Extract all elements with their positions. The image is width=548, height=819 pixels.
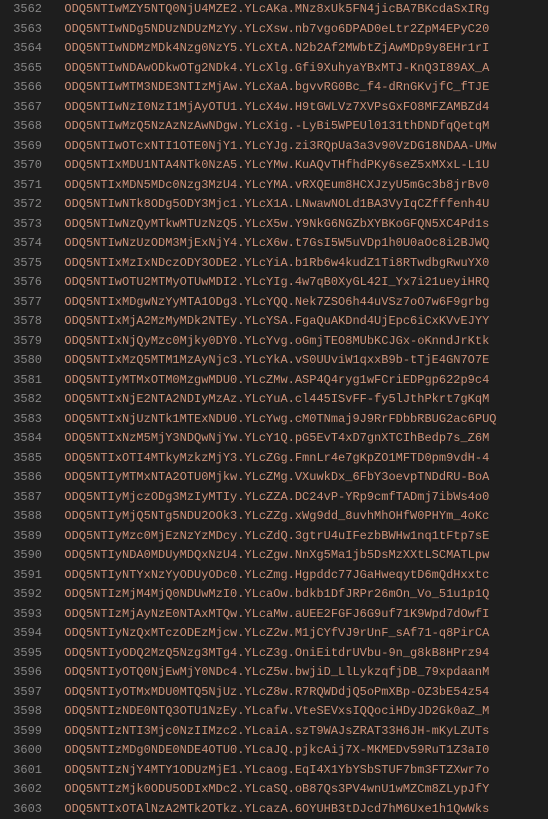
line-number: 3570 (0, 156, 42, 176)
code-line[interactable]: ODQ5NTIyMzc0MjEzNzYzMDcy.YLcZdQ.3gtrU4uI… (50, 527, 548, 547)
line-number: 3577 (0, 293, 42, 313)
code-editor[interactable]: 3562356335643565356635673568356935703571… (0, 0, 548, 819)
code-line[interactable]: ODQ5NTIyMTMxNTA2OTU0Mjkw.YLcZMg.VXuwkDx_… (50, 468, 548, 488)
line-number: 3580 (0, 351, 42, 371)
line-number: 3584 (0, 429, 42, 449)
line-number: 3566 (0, 78, 42, 98)
line-number: 3587 (0, 488, 42, 508)
code-line[interactable]: ODQ5NTIwMzQ5NzAzNzAwNDgw.YLcXig.-LyBi5WP… (50, 117, 548, 137)
code-line[interactable]: ODQ5NTIwOTU2MTMyOTUwMDI2.YLcYIg.4w7qB0Xy… (50, 273, 548, 293)
code-line[interactable]: ODQ5NTIxOTAlNzA2MTk2OTkz.YLcazA.6OYUHB3t… (50, 800, 548, 819)
code-line[interactable]: ODQ5NTIyNTYxNzYyODUyODc0.YLcZmg.Hgpddc77… (50, 566, 548, 586)
line-number: 3592 (0, 585, 42, 605)
code-line[interactable]: ODQ5NTIyNDA0MDUyMDQxNzU4.YLcZgw.NnXg5Ma1… (50, 546, 548, 566)
line-number: 3568 (0, 117, 42, 137)
line-number: 3569 (0, 137, 42, 157)
code-area[interactable]: ODQ5NTIwMZY5NTQ0NjU4MZE2.YLcAKa.MNz8xUk5… (50, 0, 548, 819)
line-number: 3583 (0, 410, 42, 430)
line-number: 3588 (0, 507, 42, 527)
code-line[interactable]: ODQ5NTIwNDAwODkwOTg2NDk4.YLcXlg.Gfi9Xuhy… (50, 59, 548, 79)
line-number: 3593 (0, 605, 42, 625)
code-line[interactable]: ODQ5NTIyMTMxOTM0MzgwMDU0.YLcZMw.ASP4Q4ry… (50, 371, 548, 391)
code-line[interactable]: ODQ5NTIyMjQ5NTg5NDU2OOk3.YLcZZg.xWg9dd_8… (50, 507, 548, 527)
line-number: 3599 (0, 722, 42, 742)
line-number-gutter: 3562356335643565356635673568356935703571… (0, 0, 50, 819)
code-line[interactable]: ODQ5NTIwMZY5NTQ0NjU4MZE2.YLcAKa.MNz8xUk5… (50, 0, 548, 20)
line-number: 3574 (0, 234, 42, 254)
code-line[interactable]: ODQ5NTIyOTMxMDU0MTQ5NjUz.YLcZ8w.R7RQWDdj… (50, 683, 548, 703)
code-line[interactable]: ODQ5NTIxMDU1NTA4NTk0NzA5.YLcYMw.KuAQvTHf… (50, 156, 548, 176)
line-number: 3578 (0, 312, 42, 332)
line-number: 3601 (0, 761, 42, 781)
code-line[interactable]: ODQ5NTIxMzQ5MTM1MzAyNjc3.YLcYkA.vS0UUviW… (50, 351, 548, 371)
code-line[interactable]: ODQ5NTIzNDE0NTQ3OTU1NzEy.YLcafw.VteSEVxs… (50, 702, 548, 722)
line-number: 3585 (0, 449, 42, 469)
code-line[interactable]: ODQ5NTIxMjA2MzMyMDk2NTEy.YLcYSA.FgaQuAKD… (50, 312, 548, 332)
code-line[interactable]: ODQ5NTIzMDg0NDE0NDE4OTU0.YLcaJQ.pjkcAij7… (50, 741, 548, 761)
code-line[interactable]: ODQ5NTIwNDg5NDUzNDUzMzYy.YLcXsw.nb7vgo6D… (50, 20, 548, 40)
line-number: 3590 (0, 546, 42, 566)
line-number: 3562 (0, 0, 42, 20)
code-line[interactable]: ODQ5NTIwNzI0NzI1MjAyOTU1.YLcX4w.H9tGWLVz… (50, 98, 548, 118)
code-line[interactable]: ODQ5NTIxOTI4MTkyMzkzMjY3.YLcZGg.FmnLr4e7… (50, 449, 548, 469)
code-line[interactable]: ODQ5NTIxNjE2NTA2NDIyMzAz.YLcYuA.cl445ISv… (50, 390, 548, 410)
line-number: 3594 (0, 624, 42, 644)
code-line[interactable]: ODQ5NTIzNTI3Mjc0NzIIMzc2.YLcaiA.szT9WAJs… (50, 722, 548, 742)
line-number: 3591 (0, 566, 42, 586)
line-number: 3579 (0, 332, 42, 352)
line-number: 3600 (0, 741, 42, 761)
code-line[interactable]: ODQ5NTIzMjAyNzE0NTAxMTQw.YLcaMw.aUEE2FGF… (50, 605, 548, 625)
code-line[interactable]: ODQ5NTIyMjczODg3MzIyMTIy.YLcZZA.DC24vP-Y… (50, 488, 548, 508)
code-line[interactable]: ODQ5NTIxMDgwNzYyMTA1ODg3.YLcYQQ.Nek7ZSO6… (50, 293, 548, 313)
code-line[interactable]: ODQ5NTIwNTk8ODg5ODY3Mjc1.YLcX1A.LNwawNOL… (50, 195, 548, 215)
line-number: 3576 (0, 273, 42, 293)
code-line[interactable]: ODQ5NTIxNjUzNTk1MTExNDU0.YLcYwg.cM0TNmaj… (50, 410, 548, 430)
line-number: 3573 (0, 215, 42, 235)
line-number: 3565 (0, 59, 42, 79)
code-line[interactable]: ODQ5NTIyODQ2MzQ5Nzg3MTg4.YLcZ3g.OniEitdr… (50, 644, 548, 664)
line-number: 3602 (0, 780, 42, 800)
line-number: 3589 (0, 527, 42, 547)
line-number: 3563 (0, 20, 42, 40)
line-number: 3598 (0, 702, 42, 722)
code-line[interactable]: ODQ5NTIyNzQxMTczODEzMjcw.YLcZ2w.M1jCYfVJ… (50, 624, 548, 644)
code-line[interactable]: ODQ5NTIwMTM3NDE3NTIzMjAw.YLcXaA.bgvvRG0B… (50, 78, 548, 98)
code-line[interactable]: ODQ5NTIxMDN5MDc0Nzg3MzU4.YLcYMA.vRXQEum8… (50, 176, 548, 196)
code-line[interactable]: ODQ5NTIyOTQ0NjEwMjY0NDc4.YLcZ5w.bwjiD_Ll… (50, 663, 548, 683)
line-number: 3572 (0, 195, 42, 215)
code-line[interactable]: ODQ5NTIwOTcxNTI1OTE0NjY1.YLcYJg.zi3RQpUa… (50, 137, 548, 157)
code-line[interactable]: ODQ5NTIxNjQyMzc0Mjky0DY0.YLcYvg.oGmjTEO8… (50, 332, 548, 352)
line-number: 3564 (0, 39, 42, 59)
line-number: 3567 (0, 98, 42, 118)
code-line[interactable]: ODQ5NTIxMzIxNDczODY3ODE2.YLcYiA.b1Rb6w4k… (50, 254, 548, 274)
code-line[interactable]: ODQ5NTIwNzUzODM3MjExNjY4.YLcX6w.t7GsI5W5… (50, 234, 548, 254)
line-number: 3595 (0, 644, 42, 664)
code-line[interactable]: ODQ5NTIxNzM5MjY3NDQwNjYw.YLcY1Q.pG5EvT4x… (50, 429, 548, 449)
code-line[interactable]: ODQ5NTIzMjM4MjQ0NDUwMzI0.YLcaOw.bdkb1DfJ… (50, 585, 548, 605)
line-number: 3596 (0, 663, 42, 683)
code-line[interactable]: ODQ5NTIwNDMzMDk4Nzg0NzY5.YLcXtA.N2b2Af2M… (50, 39, 548, 59)
line-number: 3581 (0, 371, 42, 391)
line-number: 3571 (0, 176, 42, 196)
line-number: 3586 (0, 468, 42, 488)
line-number: 3603 (0, 800, 42, 819)
code-line[interactable]: ODQ5NTIzMjk0ODU5ODIxMDc2.YLcaSQ.oB87Qs3P… (50, 780, 548, 800)
code-line[interactable]: ODQ5NTIzNjY4MTY1ODUzMjE1.YLcaog.EqI4X1Yb… (50, 761, 548, 781)
code-line[interactable]: ODQ5NTIwNzQyMTkwMTUzNzQ5.YLcX5w.Y9NkG6NG… (50, 215, 548, 235)
line-number: 3575 (0, 254, 42, 274)
line-number: 3597 (0, 683, 42, 703)
line-number: 3582 (0, 390, 42, 410)
